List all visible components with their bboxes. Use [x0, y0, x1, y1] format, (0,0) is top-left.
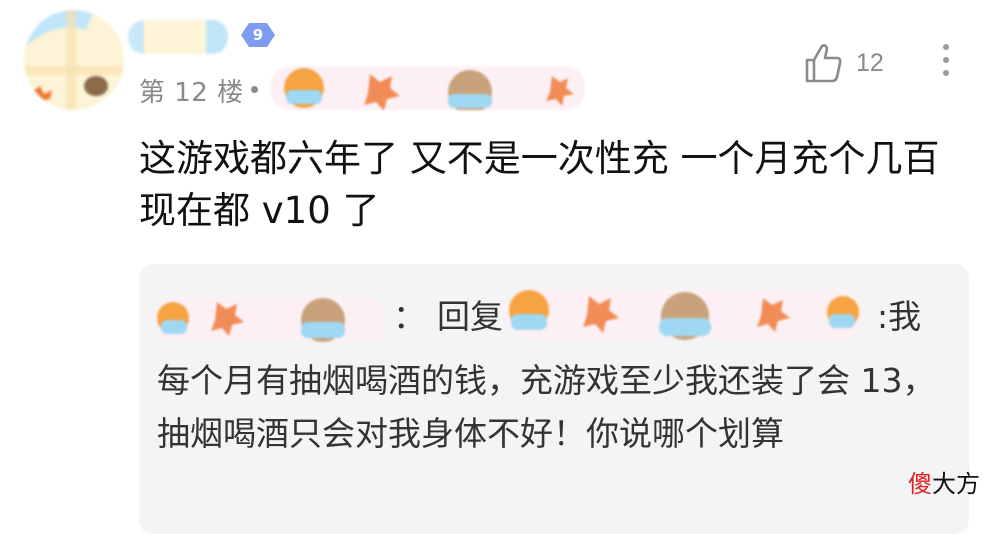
reply-author-blurred[interactable]	[155, 292, 387, 344]
more-vertical-icon	[936, 44, 956, 76]
reply-target-blurred[interactable]	[507, 286, 863, 342]
comment-content: 这游戏都六年了 又不是一次性充 一个月充个几百 现在都 v10 了	[139, 137, 940, 232]
quoted-reply-box[interactable]: ： 回复 :我 每个月有抽烟喝酒的钱，充游戏至少我还装了会 13，抽烟喝酒只会对…	[139, 264, 969, 534]
like-button[interactable]: 12	[804, 42, 890, 86]
meta-separator-dot	[251, 86, 258, 93]
reply-colon-after-target: :我	[877, 297, 922, 336]
watermark-part1: 傻	[908, 470, 932, 498]
more-options-button[interactable]	[936, 40, 956, 84]
blurred-sticker-strip	[270, 66, 585, 114]
watermark-part2: 大方	[932, 470, 980, 498]
user-avatar[interactable]	[24, 10, 124, 110]
level-number: 9	[252, 26, 264, 44]
like-count: 12	[856, 49, 884, 77]
watermark: 傻大方	[908, 464, 980, 499]
thumbs-up-icon	[805, 44, 842, 83]
level-badge: 9	[240, 22, 276, 48]
reply-prefix: 回复	[437, 297, 503, 336]
reply-content: 每个月有抽烟喝酒的钱，充游戏至少我还装了会 13，抽烟喝酒只会对我身体不好！你说…	[157, 361, 936, 453]
reply-header-line: ： 回复 :我	[155, 286, 955, 348]
reply-colon: ：	[393, 297, 426, 336]
floor-label: 第 12 楼	[139, 78, 244, 108]
username-blurred[interactable]	[128, 20, 228, 54]
